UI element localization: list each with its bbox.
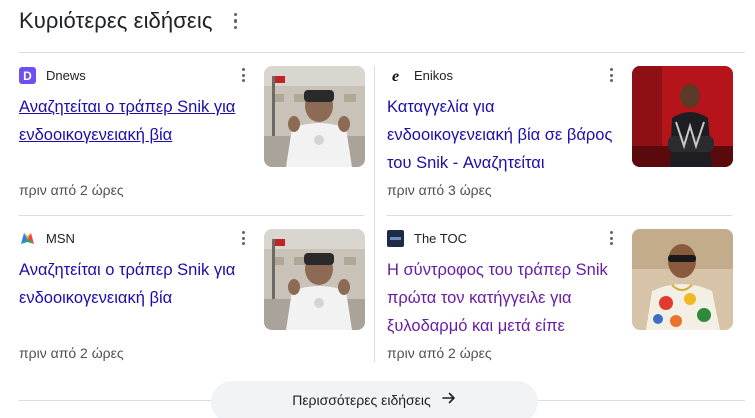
news-source[interactable]: MSN	[19, 229, 75, 247]
news-headline-link[interactable]: Αναζητείται ο τράπερ Snik για ενδοοικογε…	[19, 93, 251, 149]
news-source[interactable]: The TOC	[387, 229, 467, 247]
news-thumbnail[interactable]	[632, 229, 733, 330]
news-card[interactable]: D Dnews Αναζητείται ο τράπερ Snik για εν…	[19, 66, 365, 216]
news-headline-link[interactable]: Αναζητείται ο τράπερ Snik για ενδοοικογε…	[19, 256, 251, 312]
source-name: Dnews	[46, 67, 86, 83]
news-thumbnail[interactable]	[264, 66, 365, 167]
news-timestamp: πριν από 2 ώρες	[19, 345, 124, 361]
news-timestamp: πριν από 2 ώρες	[19, 182, 124, 198]
news-card[interactable]: The TOC Η σύντροφος του τράπερ Snik πρώτ…	[387, 229, 733, 379]
news-source[interactable]: D Dnews	[19, 66, 86, 84]
msn-logo-icon	[19, 230, 36, 247]
card-more-options-icon[interactable]	[605, 66, 617, 84]
card-more-options-icon[interactable]	[237, 229, 249, 247]
card-more-options-icon[interactable]	[605, 229, 617, 247]
news-source[interactable]: e Enikos	[387, 66, 453, 84]
card-more-options-icon[interactable]	[237, 66, 249, 84]
news-thumbnail[interactable]	[632, 66, 733, 167]
source-name: MSN	[46, 230, 75, 246]
svg-text:D: D	[23, 69, 32, 83]
news-card[interactable]: MSN Αναζητείται ο τράπερ Snik για ενδοοι…	[19, 229, 365, 379]
more-options-icon[interactable]	[227, 9, 245, 33]
news-headline-link[interactable]: Η σύντροφος του τράπερ Snik πρώτα τον κα…	[387, 256, 619, 340]
divider	[374, 66, 375, 362]
dnews-logo-icon: D	[19, 66, 36, 84]
source-name: Enikos	[414, 67, 454, 83]
news-thumbnail[interactable]	[264, 229, 365, 330]
news-headline-link[interactable]: Καταγγελία για ενδοοικογενειακή βία σε β…	[387, 93, 619, 177]
thetoc-logo-icon	[387, 229, 404, 247]
source-name: The TOC	[414, 230, 467, 246]
section-title: Κυριότερες ειδήσεις	[19, 8, 213, 33]
arrow-right-icon	[441, 390, 457, 411]
svg-text:e: e	[392, 68, 399, 84]
news-timestamp: πριν από 2 ώρες	[387, 345, 492, 361]
news-timestamp: πριν από 3 ώρες	[387, 182, 492, 198]
top-stories-header: Κυριότερες ειδήσεις	[19, 6, 245, 36]
more-news-label: Περισσότερες ειδήσεις	[292, 392, 431, 408]
news-card[interactable]: e Enikos Καταγγελία για ενδοοικογενειακή…	[387, 66, 733, 216]
more-news-button[interactable]: Περισσότερες ειδήσεις	[211, 381, 538, 418]
enikos-logo-icon: e	[387, 67, 404, 84]
divider	[19, 52, 745, 53]
